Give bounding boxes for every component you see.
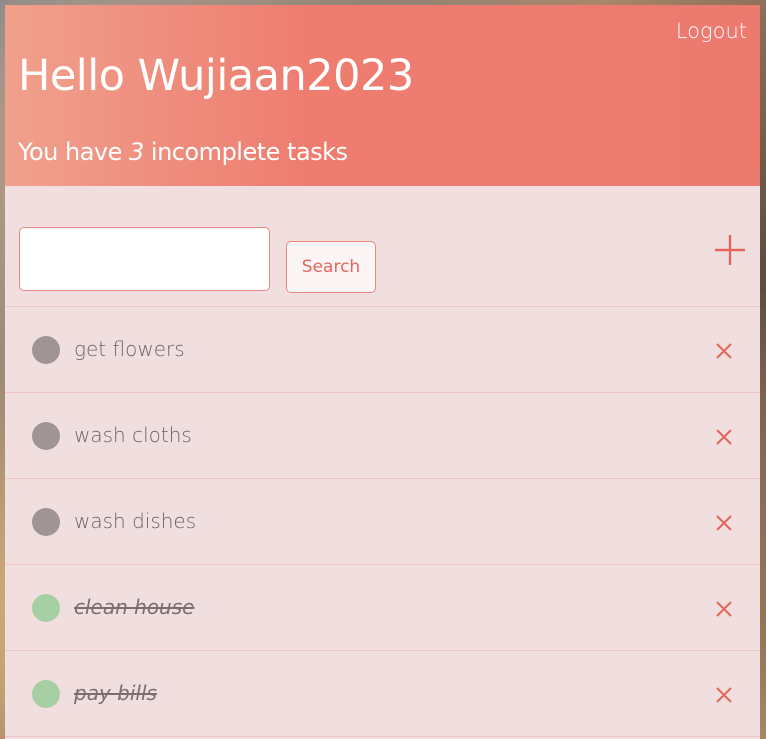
task-status-toggle[interactable]	[32, 422, 60, 450]
task-item: pay bills	[5, 651, 760, 737]
task-status-toggle[interactable]	[32, 336, 60, 364]
task-label: pay bills	[74, 681, 157, 705]
task-label: wash cloths	[74, 423, 192, 447]
toolbar: Search	[5, 186, 760, 307]
logout-link[interactable]: Logout	[676, 19, 747, 43]
task-item: get flowers	[5, 307, 760, 393]
task-summary: You have 3 incomplete tasks	[18, 138, 348, 166]
task-status-toggle[interactable]	[32, 508, 60, 536]
task-status-toggle[interactable]	[32, 680, 60, 708]
close-icon[interactable]	[716, 429, 732, 445]
task-label: clean house	[74, 595, 195, 619]
search-button[interactable]: Search	[286, 241, 376, 293]
todo-app: Logout Hello Wujiaan2023 You have 3 inco…	[5, 5, 760, 739]
search-input[interactable]	[19, 227, 270, 291]
close-icon[interactable]	[716, 601, 732, 617]
close-icon[interactable]	[716, 343, 732, 359]
plus-icon[interactable]	[714, 234, 746, 266]
task-item: wash dishes	[5, 479, 760, 565]
task-item: clean house	[5, 565, 760, 651]
close-icon[interactable]	[716, 515, 732, 531]
task-item: wash cloths	[5, 393, 760, 479]
header: Logout Hello Wujiaan2023 You have 3 inco…	[5, 5, 760, 186]
incomplete-count: 3	[129, 138, 144, 166]
close-icon[interactable]	[716, 687, 732, 703]
task-status-toggle[interactable]	[32, 594, 60, 622]
task-list: get flowers wash cloths wash dishes clea…	[5, 307, 760, 737]
greeting-title: Hello Wujiaan2023	[18, 51, 414, 101]
summary-prefix: You have	[18, 138, 130, 166]
task-label: get flowers	[74, 337, 185, 361]
task-label: wash dishes	[74, 509, 197, 533]
summary-suffix: incomplete tasks	[143, 138, 348, 166]
